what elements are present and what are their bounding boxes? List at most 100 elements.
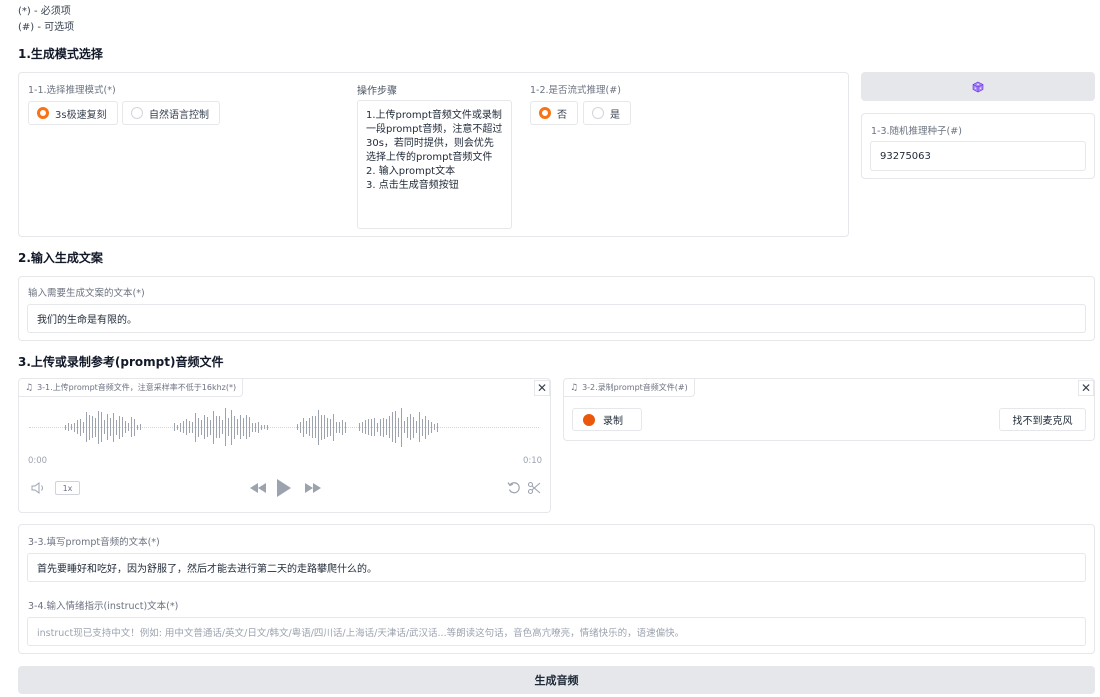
tts-text-input[interactable]: 我们的生命是有限的。 <box>27 304 1086 333</box>
waveform-bar <box>80 418 81 436</box>
steps-label: 操作步骤 <box>357 86 397 97</box>
waveform-bar <box>321 414 322 440</box>
music-note-icon: ♫ <box>25 382 34 393</box>
waveform-bar <box>92 416 93 438</box>
waveform-bar <box>255 422 256 432</box>
waveform-bar <box>318 409 319 445</box>
waveform-bar <box>128 423 129 431</box>
section1-title: 1.生成模式选择 <box>18 47 103 61</box>
close-icon: ✕ <box>1080 381 1092 395</box>
waveform-bar <box>140 424 141 430</box>
mode-option-fast-clone[interactable]: 3s极速复刻 <box>28 101 118 125</box>
waveform-bar <box>240 415 241 439</box>
waveform-bar <box>243 418 244 436</box>
waveform-bar <box>300 421 301 433</box>
waveform-bar <box>261 424 262 430</box>
waveform-bar <box>264 425 265 429</box>
waveform-bar <box>365 420 366 434</box>
dice-icon <box>972 81 984 92</box>
mode-option-natural-language[interactable]: 自然语言控制 <box>122 101 220 125</box>
clear-recording-button[interactable]: ✕ <box>1078 380 1094 396</box>
waveform-bar <box>431 421 432 433</box>
waveform-bar <box>395 411 396 443</box>
waveform-bar <box>180 422 181 432</box>
rewind-icon[interactable] <box>249 482 267 494</box>
waveform-bar <box>77 420 78 434</box>
waveform-bar <box>392 412 393 442</box>
waveform-bar <box>267 424 268 430</box>
waveform-bar <box>83 421 84 433</box>
random-seed-button[interactable] <box>861 72 1095 101</box>
record-button[interactable]: 录制 <box>572 408 642 431</box>
waveform-bar <box>116 419 117 435</box>
waveform-bar <box>398 417 399 437</box>
prompt-text-input[interactable]: 首先要睡好和吃好，因为舒服了，然后才能去进行第二天的走路攀爬什么的。 <box>27 553 1086 582</box>
waveform-bar <box>425 415 426 439</box>
playback-speed-button[interactable]: 1x <box>55 481 80 495</box>
waveform-bar <box>386 419 387 435</box>
waveform-bar <box>413 416 414 438</box>
waveform-bar <box>186 419 187 435</box>
generate-audio-button[interactable]: 生成音频 <box>18 666 1095 694</box>
microphone-select[interactable]: 找不到麦克风 <box>999 408 1086 431</box>
waveform-bar <box>249 417 250 437</box>
radio-unchecked-icon <box>131 107 143 119</box>
record-audio-panel: ♫ 3-2.录制prompt音频文件(#) ✕ 录制 找不到麦克风 <box>563 378 1095 441</box>
instruct-input[interactable]: instruct现已支持中文！例如: 用中文普通话/英文/日文/韩文/粤语/四川… <box>27 617 1086 646</box>
waveform-bar <box>113 412 114 442</box>
mode-panel: 1-1.选择推理模式(*) 3s极速复刻 自然语言控制 操作步骤 1.上传pro… <box>18 72 849 237</box>
waveform-bar <box>377 422 378 432</box>
stream-option-yes[interactable]: 是 <box>583 101 631 125</box>
waveform-bar <box>125 421 126 433</box>
waveform-bar <box>389 416 390 438</box>
clear-audio-button[interactable]: ✕ <box>534 380 550 396</box>
waveform-bar <box>210 419 211 435</box>
seed-label: 1-3.随机推理种子(#) <box>871 126 962 137</box>
undo-icon[interactable] <box>507 481 521 495</box>
section3-title: 3.上传或录制参考(prompt)音频文件 <box>18 355 224 369</box>
waveform-bar <box>131 417 132 437</box>
record-tag: ♫ 3-2.录制prompt音频文件(#) <box>564 379 695 397</box>
prompt-text-label: 3-3.填写prompt音频的文本(*) <box>28 537 160 548</box>
seed-input[interactable]: 93275063 <box>870 141 1086 171</box>
waveform-bar <box>207 417 208 437</box>
waveform-bar <box>237 419 238 435</box>
waveform-bar <box>231 409 232 445</box>
waveform-bar <box>315 416 316 438</box>
waveform-bar <box>345 421 346 433</box>
audio-waveform[interactable] <box>29 407 539 447</box>
scissors-icon[interactable] <box>527 481 541 495</box>
section2-title: 2.输入生成文案 <box>18 251 103 265</box>
waveform-bar <box>252 422 253 432</box>
waveform-bar <box>371 418 372 436</box>
waveform-bar <box>198 417 199 437</box>
radio-checked-icon <box>539 107 551 119</box>
stream-option-no[interactable]: 否 <box>530 101 578 125</box>
play-icon[interactable] <box>276 478 292 498</box>
fast-forward-icon[interactable] <box>304 482 322 494</box>
waveform-bar <box>65 424 66 430</box>
waveform-bar <box>309 418 310 436</box>
step-1: 1.上传prompt音频文件或录制一段prompt音频，注意不超过30s，若同时… <box>366 110 503 163</box>
waveform-bar <box>195 412 196 442</box>
waveform-bar <box>342 419 343 435</box>
waveform-bar <box>101 412 102 442</box>
waveform-bar <box>410 414 411 440</box>
waveform-bar <box>119 415 120 439</box>
waveform-bar <box>407 416 408 438</box>
waveform-bar <box>134 418 135 436</box>
waveform-bar <box>137 424 138 430</box>
prompt-panel: 3-3.填写prompt音频的文本(*) 首先要睡好和吃好，因为舒服了，然后才能… <box>18 524 1095 654</box>
waveform-bar <box>225 408 226 446</box>
waveform-bar <box>437 422 438 432</box>
waveform-bar <box>422 418 423 436</box>
time-end: 0:10 <box>523 456 543 466</box>
waveform-bar <box>104 420 105 434</box>
waveform-bar <box>219 416 220 438</box>
waveform-bar <box>228 418 229 436</box>
waveform-bar <box>192 421 193 433</box>
waveform-bar <box>258 421 259 433</box>
waveform-bar <box>333 413 334 441</box>
volume-icon[interactable] <box>31 482 47 494</box>
text-panel: 输入需要生成文案的文本(*) 我们的生命是有限的。 <box>18 276 1095 341</box>
